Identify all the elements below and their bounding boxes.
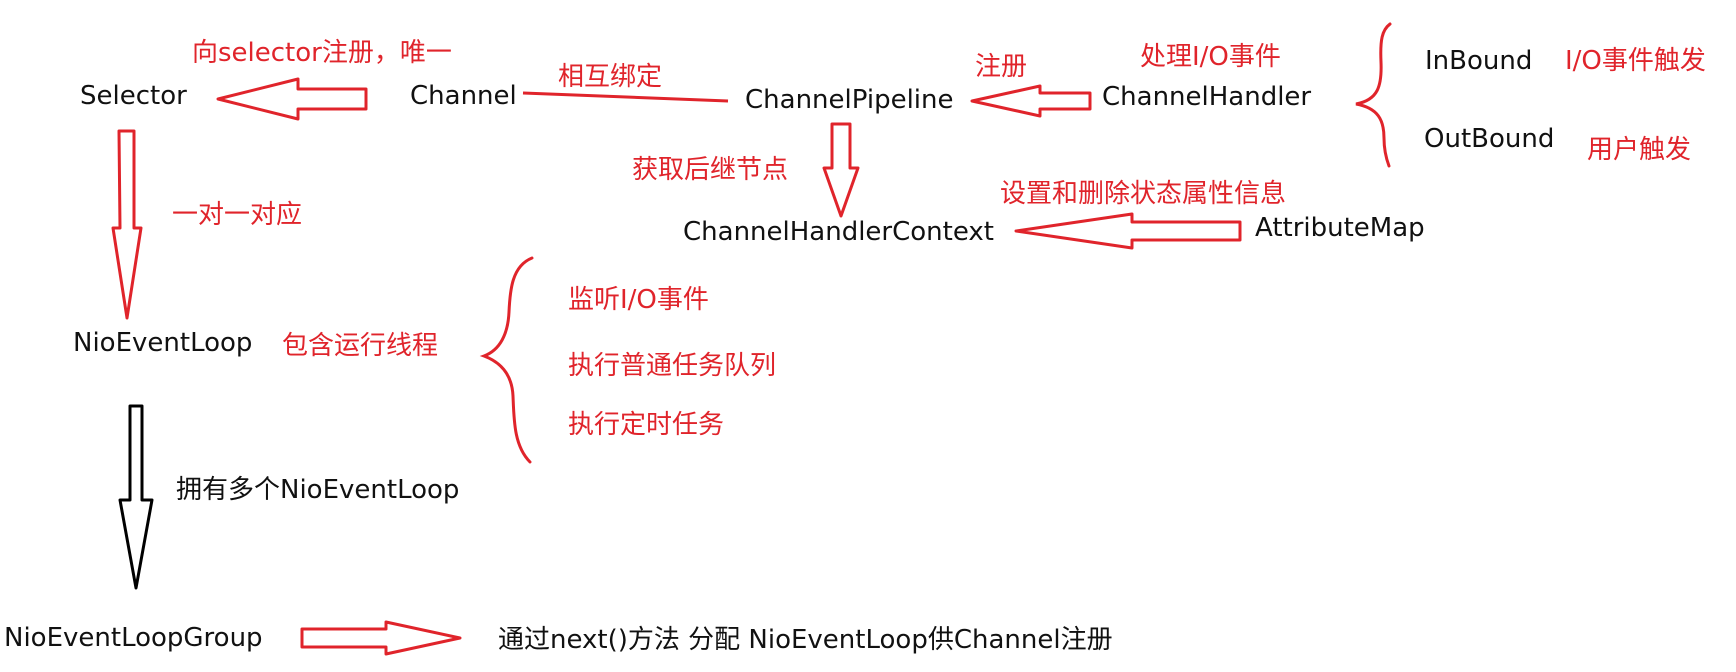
annotation-handle-io-events: 处理I/O事件 bbox=[1140, 42, 1281, 72]
annotation-register: 注册 bbox=[975, 52, 1028, 82]
node-channel-pipeline: ChannelPipeline bbox=[745, 85, 954, 115]
node-selector: Selector bbox=[80, 81, 187, 111]
annotation-listen-io-events: 监听I/O事件 bbox=[568, 285, 709, 315]
node-channel-handler: ChannelHandler bbox=[1102, 82, 1312, 112]
arrow-group-to-next bbox=[300, 620, 462, 656]
node-inbound: InBound bbox=[1425, 46, 1533, 76]
brace-handler bbox=[1355, 22, 1392, 168]
annotation-register-selector-unique: 向selector注册，唯一 bbox=[192, 38, 452, 68]
annotation-execute-scheduled-tasks: 执行定时任务 bbox=[568, 410, 725, 440]
annotation-one-to-one: 一对一对应 bbox=[172, 200, 303, 230]
node-channel: Channel bbox=[410, 81, 517, 111]
node-outbound: OutBound bbox=[1424, 124, 1555, 154]
arrow-channel-to-selector bbox=[216, 77, 368, 121]
arrow-pipeline-to-context bbox=[822, 122, 860, 218]
arrow-handler-to-pipeline bbox=[970, 84, 1092, 118]
brace-eventloop bbox=[479, 256, 534, 464]
arrow-eventloop-to-group bbox=[118, 404, 154, 590]
annotation-mutual-binding: 相互绑定 bbox=[558, 62, 663, 92]
annotation-has-multiple-loops: 拥有多个NioEventLoop bbox=[176, 475, 460, 505]
node-channel-handler-context: ChannelHandlerContext bbox=[683, 217, 994, 247]
annotation-next-method-assign: 通过next()方法 分配 NioEventLoop供Channel注册 bbox=[498, 625, 1113, 655]
annotation-inbound-desc: I/O事件触发 bbox=[1565, 46, 1706, 76]
binding-line bbox=[522, 91, 729, 103]
annotation-contains-thread: 包含运行线程 bbox=[282, 331, 439, 361]
netty-architecture-diagram: Selector Channel ChannelPipeline Channel… bbox=[0, 0, 1736, 672]
arrow-attributemap-to-context bbox=[1014, 212, 1242, 250]
node-nio-event-loop-group: NioEventLoopGroup bbox=[4, 623, 263, 653]
annotation-get-successor-node: 获取后继节点 bbox=[632, 155, 789, 185]
annotation-execute-normal-tasks: 执行普通任务队列 bbox=[568, 351, 777, 381]
annotation-set-delete-attributes: 设置和删除状态属性信息 bbox=[1000, 179, 1287, 209]
arrow-selector-to-eventloop bbox=[111, 129, 143, 320]
node-nio-event-loop: NioEventLoop bbox=[73, 328, 253, 358]
annotation-outbound-desc: 用户触发 bbox=[1587, 135, 1692, 165]
node-attribute-map: AttributeMap bbox=[1255, 213, 1425, 243]
